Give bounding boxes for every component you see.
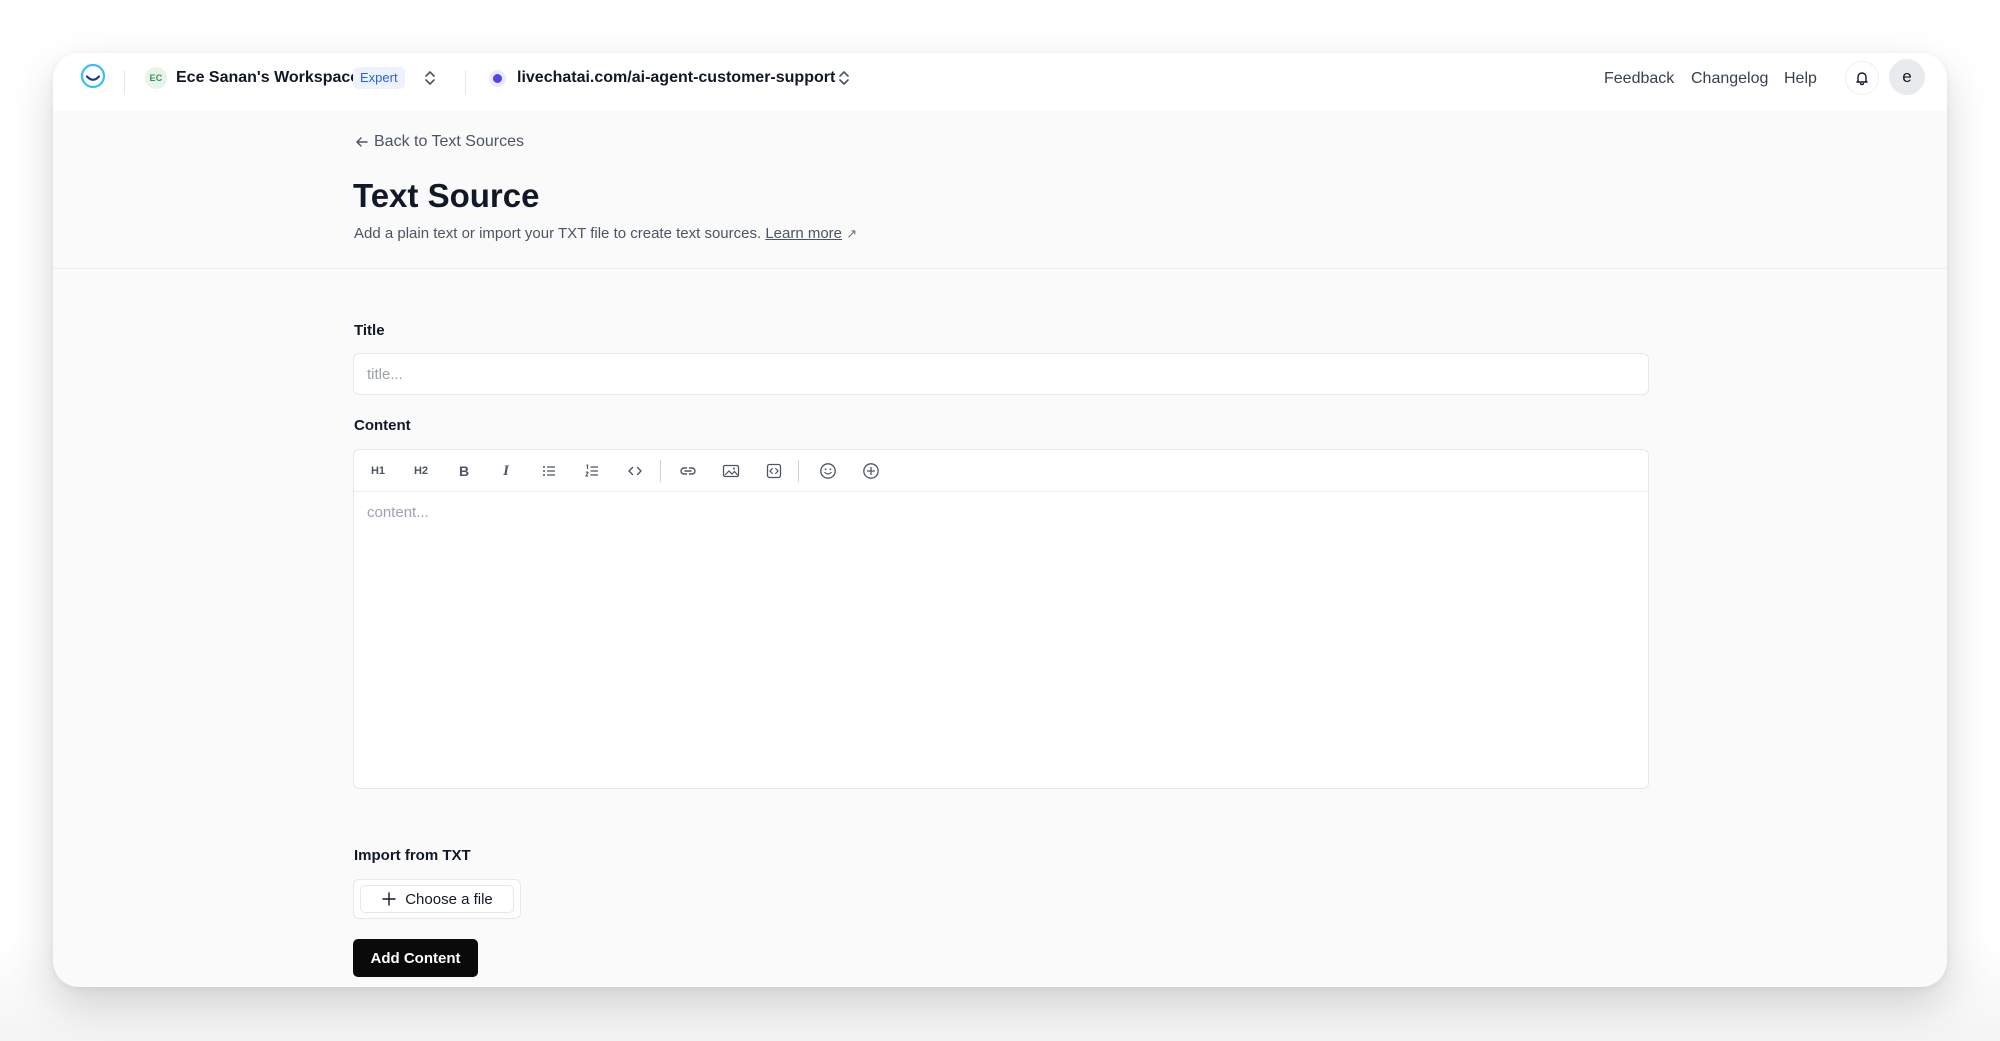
- back-link[interactable]: Back to Text Sources: [354, 131, 524, 153]
- plus-circle-icon: [863, 463, 879, 479]
- external-link-icon: ↗: [846, 226, 858, 241]
- embed-button[interactable]: [760, 457, 788, 485]
- workspace-avatar[interactable]: EC: [145, 67, 167, 89]
- toolbar-divider: [660, 460, 661, 482]
- link-icon: [680, 467, 696, 475]
- page-header: [53, 111, 1947, 269]
- add-content-button[interactable]: Add Content: [353, 939, 478, 977]
- import-label: Import from TXT: [354, 847, 471, 864]
- numbered-list-icon: [585, 464, 598, 477]
- heading1-button[interactable]: H1: [364, 457, 392, 485]
- site-selector[interactable]: livechatai.com/ai-agent-customer-support: [517, 66, 835, 90]
- editor-toolbar: H1 H2 B I: [354, 450, 1648, 492]
- italic-button[interactable]: I: [492, 457, 520, 485]
- divider: [124, 70, 125, 95]
- chevron-updown-icon[interactable]: [837, 68, 851, 88]
- plus-icon: [382, 892, 396, 906]
- user-avatar[interactable]: e: [1889, 59, 1925, 95]
- page-title: Text Source: [353, 177, 540, 214]
- arrow-left-icon: [356, 137, 368, 147]
- bold-button[interactable]: B: [450, 457, 478, 485]
- emoji-button[interactable]: [814, 457, 842, 485]
- image-icon: [722, 464, 740, 478]
- content-textarea[interactable]: content...: [367, 502, 429, 524]
- help-link[interactable]: Help: [1784, 67, 1817, 91]
- embed-icon: [766, 463, 782, 479]
- workspace-name[interactable]: Ece Sanan's Workspace: [176, 66, 359, 90]
- page-subtitle: Add a plain text or import your TXT file…: [354, 223, 857, 245]
- choose-file-label: Choose a file: [405, 890, 493, 908]
- feedback-link[interactable]: Feedback: [1604, 67, 1674, 91]
- bullet-list-icon: [543, 466, 555, 476]
- bell-icon: [1856, 72, 1868, 86]
- emoji-icon: [820, 463, 836, 479]
- link-button[interactable]: [674, 457, 702, 485]
- back-link-label: Back to Text Sources: [374, 133, 524, 150]
- bullet-list-button[interactable]: [535, 457, 563, 485]
- learn-more-link[interactable]: Learn more: [765, 225, 842, 242]
- subtitle-text: Add a plain text or import your TXT file…: [354, 225, 762, 242]
- content-editor: H1 H2 B I content...: [353, 449, 1649, 789]
- content-label: Content: [354, 417, 411, 434]
- top-bar: EC Ece Sanan's Workspace Expert livechat…: [53, 53, 1947, 111]
- desktop-background: EC Ece Sanan's Workspace Expert livechat…: [0, 0, 2000, 1041]
- heading2-button[interactable]: H2: [407, 457, 435, 485]
- app-window: EC Ece Sanan's Workspace Expert livechat…: [53, 53, 1947, 987]
- code-icon: [628, 466, 642, 476]
- title-label: Title: [354, 322, 385, 339]
- numbered-list-button[interactable]: [578, 457, 606, 485]
- title-input[interactable]: [353, 353, 1649, 395]
- changelog-link[interactable]: Changelog: [1691, 67, 1768, 91]
- toolbar-divider: [798, 460, 799, 482]
- code-button[interactable]: [621, 457, 649, 485]
- choose-file-button[interactable]: Choose a file: [360, 885, 514, 913]
- notifications-button[interactable]: [1845, 61, 1879, 95]
- file-upload: Choose a file: [353, 879, 521, 919]
- chevron-updown-icon[interactable]: [423, 68, 437, 88]
- image-button[interactable]: [717, 457, 745, 485]
- logo-icon[interactable]: [80, 63, 106, 89]
- plan-badge: Expert: [353, 67, 405, 89]
- divider: [465, 70, 466, 95]
- insert-button[interactable]: [857, 457, 885, 485]
- site-status-dot: [489, 70, 506, 87]
